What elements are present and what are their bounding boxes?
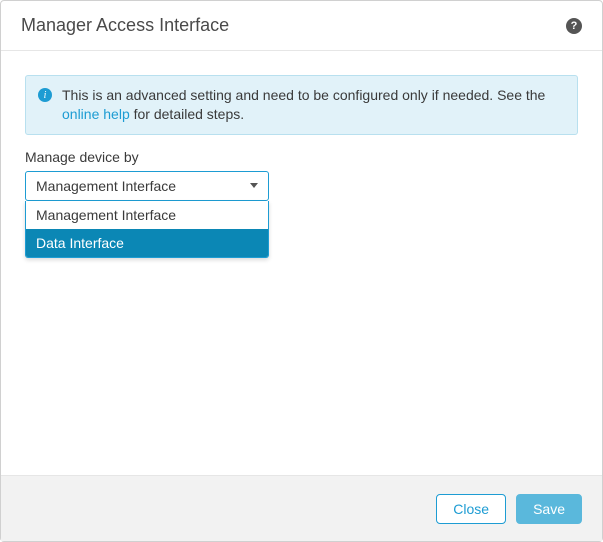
info-text: This is an advanced setting and need to … <box>62 86 565 124</box>
online-help-link[interactable]: online help <box>62 106 130 122</box>
option-data-interface[interactable]: Data Interface <box>26 229 268 257</box>
modal-title: Manager Access Interface <box>21 15 229 36</box>
info-text-after: for detailed steps. <box>130 106 244 122</box>
info-text-before: This is an advanced setting and need to … <box>62 87 545 103</box>
manage-device-label: Manage device by <box>25 149 578 165</box>
option-management-interface[interactable]: Management Interface <box>26 201 268 229</box>
help-icon[interactable]: ? <box>566 18 582 34</box>
modal-header: Manager Access Interface ? <box>1 1 602 51</box>
info-icon: i <box>38 88 52 102</box>
modal-body: i This is an advanced setting and need t… <box>1 51 602 475</box>
chevron-down-icon <box>250 183 258 188</box>
select-value: Management Interface <box>36 178 176 194</box>
close-button[interactable]: Close <box>436 494 506 524</box>
info-banner: i This is an advanced setting and need t… <box>25 75 578 135</box>
manage-device-dropdown: Management Interface Data Interface <box>25 201 269 258</box>
manager-access-modal: Manager Access Interface ? i This is an … <box>0 0 603 542</box>
modal-footer: Close Save <box>1 475 602 541</box>
manage-device-select-wrap: Management Interface Management Interfac… <box>25 171 269 201</box>
manage-device-select[interactable]: Management Interface <box>25 171 269 201</box>
save-button[interactable]: Save <box>516 494 582 524</box>
